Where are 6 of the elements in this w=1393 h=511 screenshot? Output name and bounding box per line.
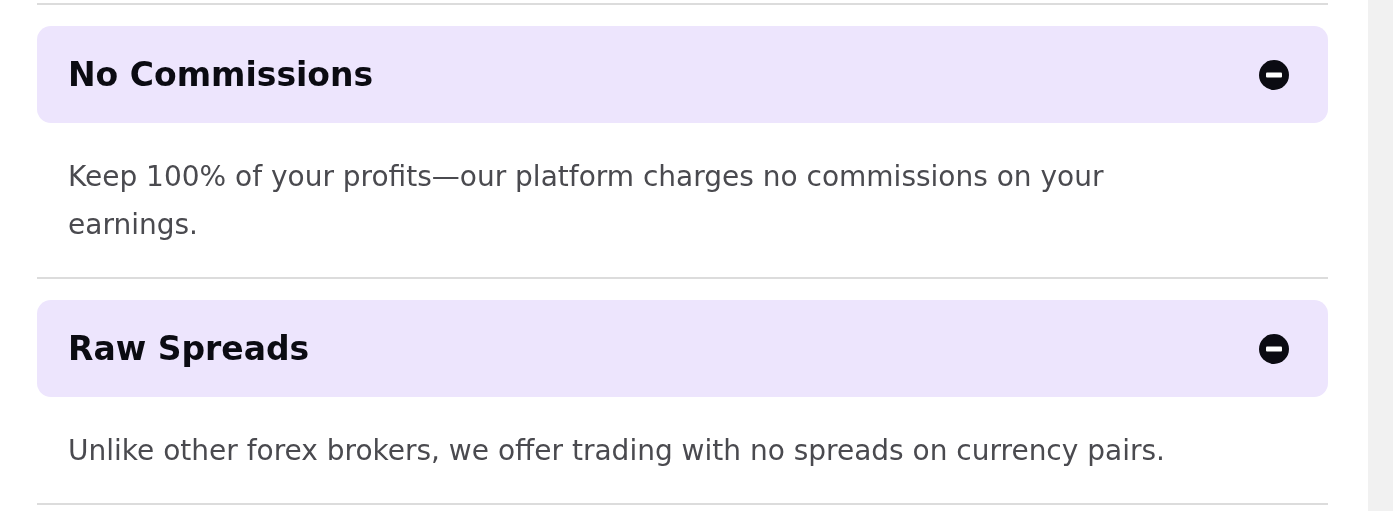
answer-text: Keep 100% of your profits—our platform charges no commissions on your earnings. [68,159,1105,243]
collapse-icon [1258,58,1290,91]
answer-text: Unlike other forex brokers, we offer trading with no spreads on currency pairs. [68,433,1166,469]
collapse-icon [1258,332,1290,365]
accordion-header[interactable]: No Commissions [37,26,1328,123]
accordion-header[interactable]: Raw Spreads [37,300,1328,397]
